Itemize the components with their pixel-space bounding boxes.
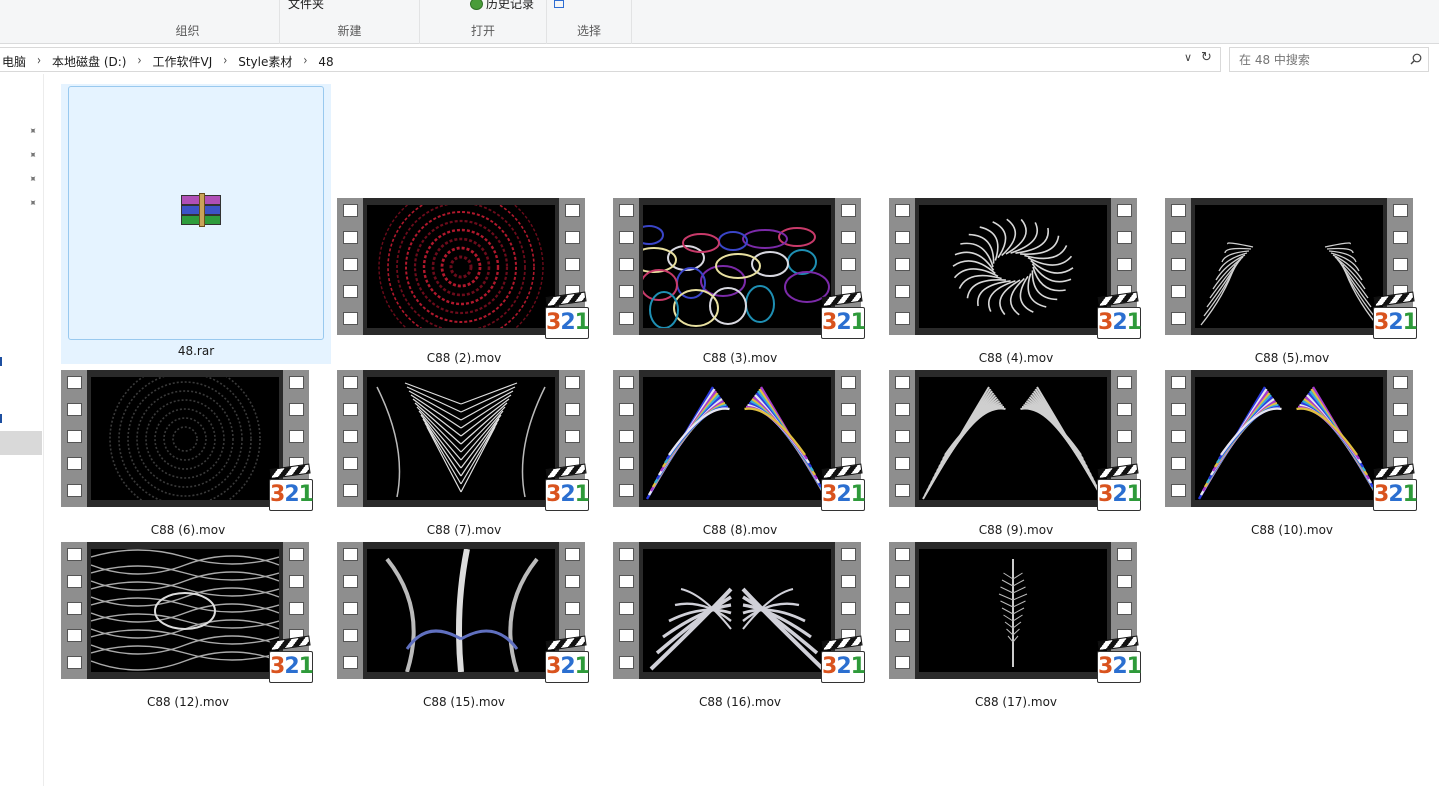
pin-icon[interactable]: ✦ xyxy=(25,173,39,187)
select-all-button[interactable] xyxy=(554,0,564,11)
chevron-right-icon[interactable]: › xyxy=(294,54,316,68)
search-box[interactable] xyxy=(1229,47,1429,72)
video-thumbnail-art xyxy=(998,559,1028,667)
address-bar[interactable]: 电脑 › 本地磁盘 (D:) › 工作软件VJ › Style素材 › 48 xyxy=(0,47,1221,72)
breadcrumb-item-drive[interactable]: 本地磁盘 (D:) xyxy=(50,53,128,70)
media-player-classic-321-icon: 321 xyxy=(821,635,866,685)
search-icon[interactable] xyxy=(1410,53,1422,65)
refresh-icon[interactable]: ↻ xyxy=(1201,50,1212,65)
chevron-right-icon[interactable]: › xyxy=(128,54,150,68)
video-thumbnail-art xyxy=(91,549,279,671)
video-thumbnail: 321 xyxy=(1165,370,1418,511)
file-name: C88 (10).mov xyxy=(1250,523,1334,537)
media-player-classic-321-icon: 321 xyxy=(1097,635,1142,685)
ribbon-group-new: 文件夹 新建 xyxy=(280,0,420,44)
pin-icon[interactable]: ✦ xyxy=(25,125,39,139)
file-name: C88 (16).mov xyxy=(698,695,782,709)
file-name: C88 (15).mov xyxy=(422,695,506,709)
ribbon: 组织 文件夹 新建 历史记录 打开 选择 xyxy=(0,0,1439,44)
nav-item-selected[interactable] xyxy=(0,431,42,455)
chevron-right-icon[interactable]: › xyxy=(214,54,236,68)
history-icon xyxy=(470,0,483,10)
breadcrumb-item-folder[interactable]: 工作软件VJ xyxy=(150,53,214,70)
search-input[interactable] xyxy=(1230,48,1400,71)
file-name: C88 (17).mov xyxy=(974,695,1058,709)
ribbon-group-label: 组织 xyxy=(175,24,200,38)
nav-item-marker[interactable] xyxy=(0,414,2,423)
video-thumbnail: 321 xyxy=(613,542,866,683)
breadcrumb-item-folder[interactable]: Style素材 xyxy=(236,53,294,70)
ribbon-group-label: 选择 xyxy=(576,24,601,38)
breadcrumb-item-pc[interactable]: 电脑 xyxy=(0,53,28,70)
ribbon-group-organize: 组织 xyxy=(96,0,280,44)
media-player-classic-321-icon: 321 xyxy=(545,635,590,685)
video-thumbnail-art xyxy=(649,587,825,671)
file-item-video[interactable]: 321 C88 (16).mov xyxy=(605,429,875,769)
ribbon-group-label: 新建 xyxy=(337,24,362,38)
navigation-pane: ✦ ✦ ✦ ✦ xyxy=(0,74,44,786)
video-thumbnail: 321 xyxy=(337,542,590,683)
file-item-video[interactable]: 321 C88 (17).mov xyxy=(881,429,1151,769)
pin-icon[interactable]: ✦ xyxy=(25,197,39,211)
video-thumbnail: 321 xyxy=(61,542,314,683)
new-folder-button[interactable]: 文件夹 xyxy=(288,0,324,12)
ribbon-group-select: 选择 xyxy=(547,0,632,44)
ribbon-group-open: 历史记录 打开 xyxy=(420,0,547,44)
history-label: 历史记录 xyxy=(486,0,535,11)
breadcrumb: 电脑 › 本地磁盘 (D:) › 工作软件VJ › Style素材 › 48 xyxy=(0,53,336,70)
file-item-video[interactable]: 321 C88 (10).mov xyxy=(1157,257,1427,597)
file-item-video[interactable]: 321 C88 (15).mov xyxy=(329,429,599,769)
video-thumbnail-art xyxy=(385,549,539,672)
pin-icon[interactable]: ✦ xyxy=(25,149,39,163)
file-name: C88 (12).mov xyxy=(146,695,230,709)
video-thumbnail: 321 xyxy=(889,542,1142,683)
chevron-right-icon[interactable]: › xyxy=(28,54,50,68)
chevron-down-icon[interactable]: ∨ xyxy=(1184,51,1192,64)
history-button[interactable]: 历史记录 xyxy=(470,0,534,12)
media-player-classic-321-icon: 321 xyxy=(1373,463,1418,513)
address-row: 电脑 › 本地磁盘 (D:) › 工作软件VJ › Style素材 › 48 ∨… xyxy=(0,47,1439,73)
media-player-classic-321-icon: 321 xyxy=(269,635,314,685)
video-thumbnail-art xyxy=(1197,386,1381,500)
breadcrumb-item-current[interactable]: 48 xyxy=(316,55,335,69)
file-item-video[interactable]: 321 C88 (12).mov xyxy=(53,429,323,769)
ribbon-group-label: 打开 xyxy=(470,24,495,38)
winrar-archive-icon xyxy=(181,193,225,231)
select-all-icon xyxy=(554,0,564,8)
nav-item-marker[interactable] xyxy=(0,357,2,366)
